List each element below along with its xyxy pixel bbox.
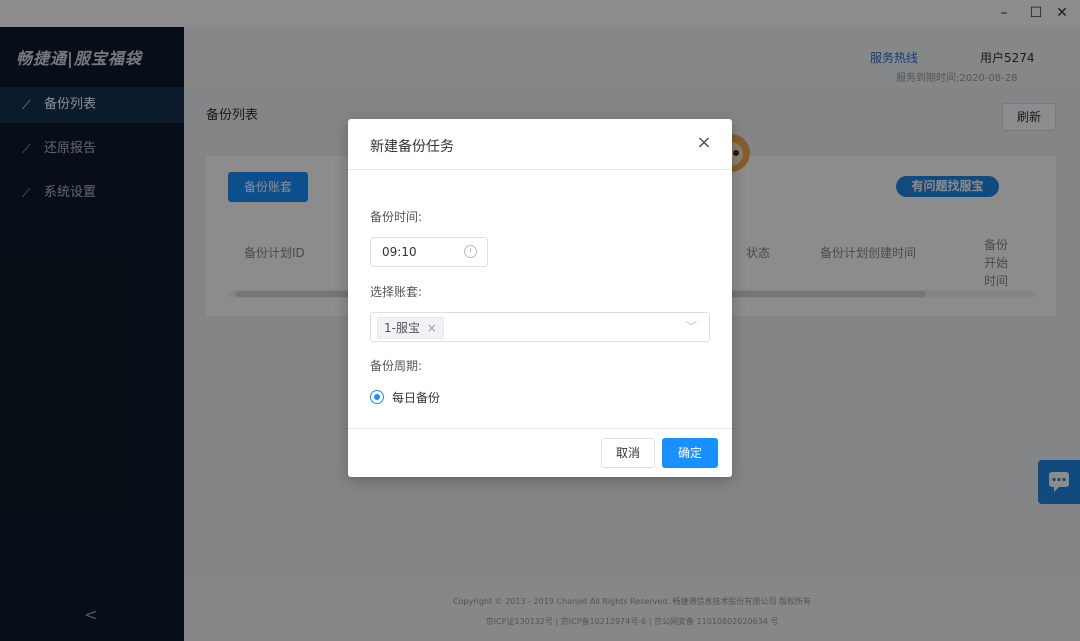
new-backup-task-dialog: 新建备份任务 × 备份时间: 09:10 选择账套: 1-服宝 × ﹀ 备份周期… [348, 119, 732, 477]
account-tag: 1-服宝 × [377, 317, 444, 339]
select-account-label: 选择账套: [370, 285, 423, 299]
daily-backup-radio[interactable] [370, 390, 384, 404]
backup-time-label: 备份时间: [370, 210, 423, 224]
account-select[interactable]: 1-服宝 × ﹀ [370, 312, 710, 342]
dialog-title: 新建备份任务 [370, 139, 454, 155]
cancel-button[interactable]: 取消 [601, 438, 655, 468]
dialog-header-divider [348, 169, 732, 170]
account-tag-label: 1-服宝 [384, 321, 420, 335]
daily-backup-label[interactable]: 每日备份 [392, 389, 440, 406]
backup-time-value: 09:10 [382, 245, 417, 259]
remove-tag-icon[interactable]: × [427, 321, 437, 335]
close-icon[interactable]: × [694, 133, 714, 153]
chevron-down-icon: ﹀ [686, 320, 697, 333]
dialog-footer-divider [348, 428, 732, 429]
backup-time-input[interactable]: 09:10 [370, 237, 488, 267]
confirm-button[interactable]: 确定 [662, 438, 718, 468]
clock-icon [464, 245, 477, 258]
backup-period-label: 备份周期: [370, 359, 423, 373]
